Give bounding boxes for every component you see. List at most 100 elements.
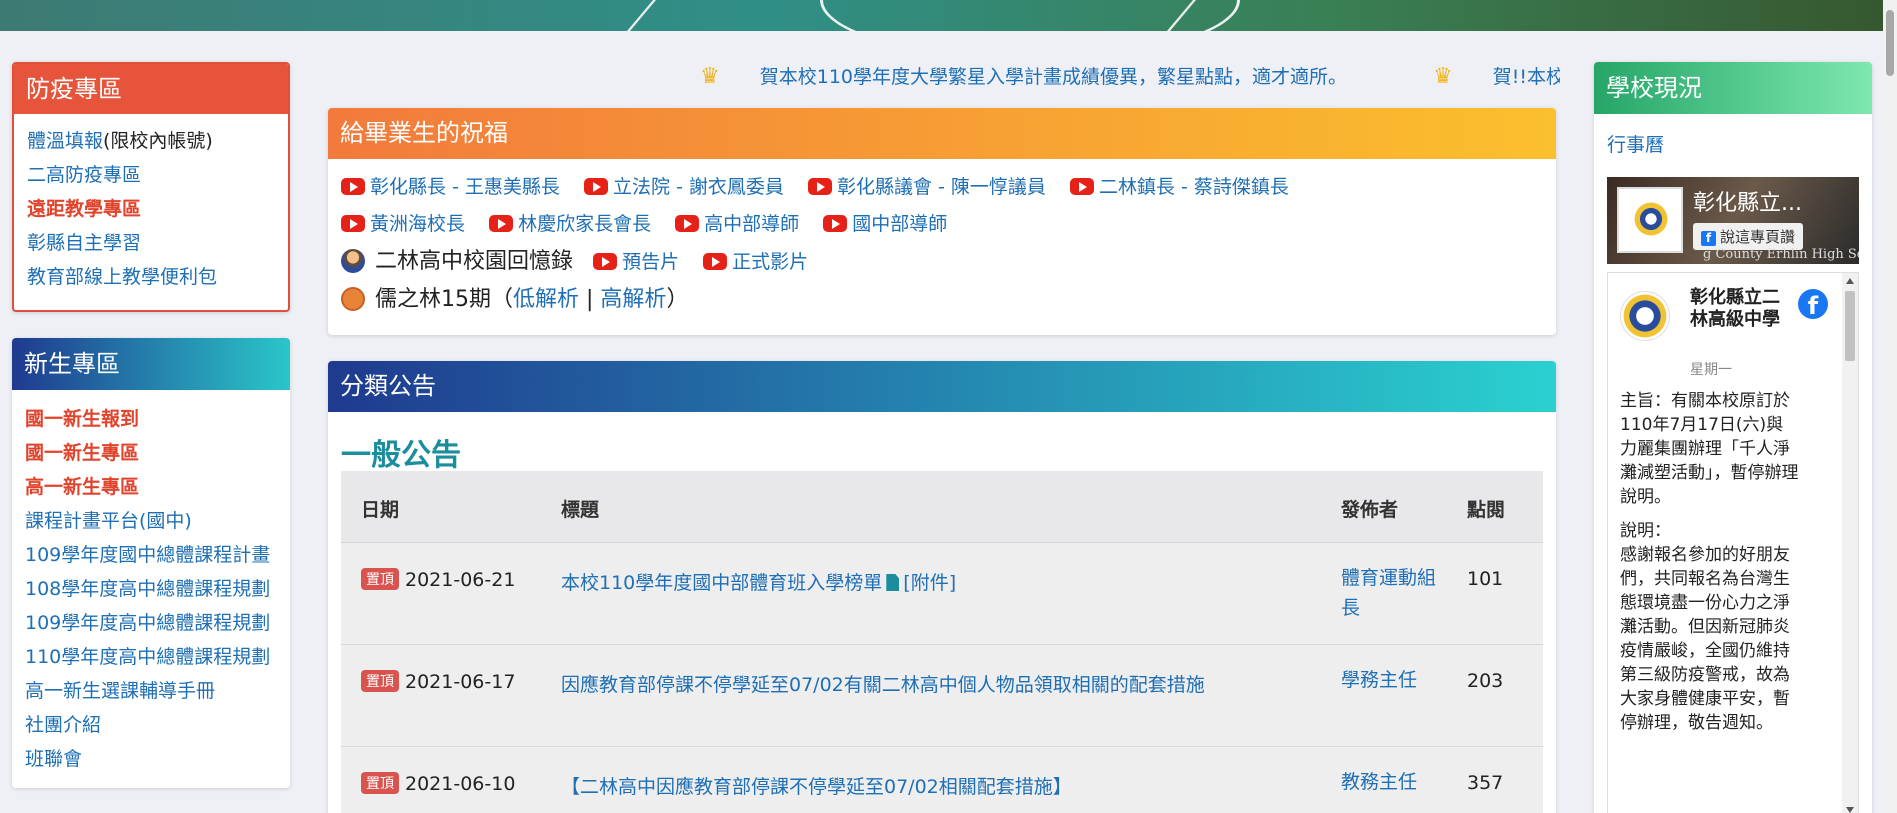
school-status-panel: 學校現況 行事曆 彰化縣立... f 說這專頁讚 g County Erhlin … <box>1594 62 1872 813</box>
school-status-title: 學校現況 <box>1594 62 1872 114</box>
epidemic-item-remote-teaching[interactable]: 遠距教學專區 <box>27 192 288 226</box>
scroll-up-icon[interactable] <box>1846 278 1854 284</box>
new-student-item[interactable]: 高一新生專區 <box>25 470 290 504</box>
col-title: 標題 <box>561 499 600 521</box>
cover-caption: g County Erhlin High School <box>1703 247 1859 262</box>
video-link[interactable]: 彰化縣議會 - 陳一惇議員 <box>807 176 1046 198</box>
crown-icon: ♛ <box>700 64 720 89</box>
student-avatar-icon <box>341 249 365 273</box>
news-marquee[interactable]: ♛ 賀本校110學年度大學繁星入學計畫成績優異，繁星點點，適才適所。 ♛ 賀!!本校… <box>700 62 1560 92</box>
school-logo <box>1617 187 1683 253</box>
journal-high-res-link[interactable]: 高解析 <box>600 287 666 312</box>
crown-icon: ♛ <box>1433 64 1453 89</box>
journal-row: 儒之林15期（低解析 | 高解析） <box>328 280 1556 320</box>
new-student-item[interactable]: 高一新生選課輔導手冊 <box>25 674 290 708</box>
youtube-icon <box>807 178 832 195</box>
video-link[interactable]: 二林鎮長 - 蔡詩傑鎮長 <box>1069 176 1289 198</box>
epidemic-panel-title: 防疫專區 <box>14 64 288 114</box>
blessing-panel-title: 給畢業生的祝福 <box>328 108 1556 159</box>
video-link[interactable]: 林慶欣家長會長 <box>489 213 651 235</box>
youtube-icon <box>675 215 700 232</box>
new-student-item[interactable]: 110學年度高中總體課程規劃 <box>25 640 290 674</box>
video-link[interactable]: 立法院 - 謝衣鳳委員 <box>583 176 784 198</box>
new-student-item[interactable]: 班聯會 <box>25 742 290 776</box>
new-student-item[interactable]: 國一新生專區 <box>25 436 290 470</box>
youtube-icon <box>341 178 365 195</box>
page-scroll-thumb[interactable] <box>1886 10 1894 76</box>
new-student-item[interactable]: 社團介紹 <box>25 708 290 742</box>
youtube-icon <box>703 253 728 270</box>
announcement-category-title: 一般公告 <box>341 438 461 473</box>
graduate-blessing-panel: 給畢業生的祝福 彰化縣長 - 王惠美縣長 立法院 - 謝衣鳳委員 彰化縣議會 -… <box>328 108 1556 335</box>
scroll-down-icon[interactable] <box>1846 807 1854 813</box>
youtube-icon <box>1069 178 1094 195</box>
file-icon <box>886 574 900 591</box>
view-count: 357 <box>1467 772 1504 794</box>
facebook-post: 彰化縣立二林高級中學 星期一 f 主旨：有關本校原訂於110年7月17日(六)與… <box>1607 272 1859 813</box>
publisher-link[interactable]: 體育運動組長 <box>1341 563 1441 623</box>
video-link[interactable]: 黃洲海校長 <box>341 213 465 235</box>
blessing-row-school: 黃洲海校長 林慶欣家長會長 高中部導師 國中部導師 <box>328 206 1556 243</box>
youtube-icon <box>341 215 365 232</box>
col-date: 日期 <box>361 499 400 521</box>
announcement-title-link[interactable]: 【二林高中因應教育部停課不停學延至07/02相關配套措施】 <box>561 776 1072 798</box>
view-count: 203 <box>1467 670 1504 692</box>
post-text: 主旨：有關本校原訂於110年7月17日(六)與力麗集團辦理「千人淨灘減塑活動」，… <box>1620 391 1799 733</box>
facebook-page-name[interactable]: 彰化縣立... <box>1693 185 1802 217</box>
youtube-icon <box>593 253 618 270</box>
publisher-link[interactable]: 學務主任 <box>1341 665 1441 695</box>
facebook-f-icon: f <box>1701 231 1716 246</box>
book-icon <box>341 287 365 311</box>
video-link[interactable]: 國中部導師 <box>823 213 947 235</box>
header-banner <box>0 0 1897 31</box>
facebook-icon[interactable]: f <box>1798 289 1828 320</box>
full-video-link[interactable]: 正式影片 <box>703 251 808 273</box>
epidemic-item-moe-package[interactable]: 教育部線上教學便利包 <box>27 260 288 294</box>
view-count: 101 <box>1467 568 1504 590</box>
journal-low-res-link[interactable]: 低解析 <box>513 287 579 312</box>
new-student-item[interactable]: 課程計畫平台(國中) <box>25 504 290 538</box>
epidemic-panel: 防疫專區 體溫填報(限校內帳號) 二高防疫專區 遠距教學專區 彰縣自主學習 教育… <box>12 62 290 312</box>
new-student-item[interactable]: 109學年度國中總體課程計畫 <box>25 538 290 572</box>
blessing-row-officials: 彰化縣長 - 王惠美縣長 立法院 - 謝衣鳳委員 彰化縣議會 - 陳一惇議員 二… <box>328 169 1556 206</box>
epidemic-item-erlin-zone[interactable]: 二高防疫專區 <box>27 158 288 192</box>
announcement-title-link[interactable]: 本校110學年度國中部體育班入學榜單 <box>561 572 882 594</box>
video-link[interactable]: 高中部導師 <box>675 213 799 235</box>
youtube-icon <box>823 215 848 232</box>
facebook-like-button[interactable]: f 說這專頁讚 <box>1693 223 1804 250</box>
post-page-name[interactable]: 彰化縣立二林高級中學 <box>1690 287 1780 331</box>
trailer-link[interactable]: 預告片 <box>593 251 679 273</box>
epidemic-item-self-learning[interactable]: 彰縣自主學習 <box>27 226 288 260</box>
attachment-link[interactable]: [附件] <box>903 572 956 594</box>
school-logo <box>1620 291 1670 341</box>
col-publisher: 發佈者 <box>1341 499 1399 521</box>
youtube-icon <box>583 178 608 195</box>
publisher-link[interactable]: 教務主任 <box>1341 767 1441 797</box>
facebook-page-cover[interactable]: 彰化縣立... f說這專頁讚 g County Erhlin High Scho… <box>1607 177 1859 264</box>
post-date[interactable]: 星期一 <box>1690 359 1732 379</box>
announcement-table: 日期 標題 發佈者 點閱 置頂 2021-06-21 本校110學年度國中部體育班… <box>341 471 1543 813</box>
pinned-badge: 置頂 <box>361 670 399 692</box>
post-scrollbar[interactable] <box>1842 273 1858 813</box>
calendar-link[interactable]: 行事曆 <box>1607 130 1664 157</box>
marquee-item[interactable]: ♛賀!!本校國中部 <box>1433 64 1560 89</box>
announcement-panel-title: 分類公告 <box>328 361 1556 412</box>
table-row: 置頂 2021-06-21 本校110學年度國中部體育班入學榜單 [附件] 體育運動… <box>341 542 1543 644</box>
new-student-panel-title: 新生專區 <box>12 338 290 390</box>
table-row: 置頂 2021-06-10 【二林高中因應教育部停課不停學延至07/02相關配套措… <box>341 746 1543 813</box>
new-student-item[interactable]: 國一新生報到 <box>25 402 290 436</box>
page-scrollbar[interactable] <box>1883 0 1897 813</box>
youtube-icon <box>489 215 514 232</box>
col-views: 點閱 <box>1467 499 1506 521</box>
pinned-badge: 置頂 <box>361 568 399 590</box>
announcement-title-link[interactable]: 因應教育部停課不停學延至07/02有關二林高中個人物品領取相關的配套措施 <box>561 674 1205 696</box>
marquee-item[interactable]: ♛ 賀本校110學年度大學繁星入學計畫成績優異，繁星點點，適才適所。 <box>700 64 1387 89</box>
table-header: 日期 標題 發佈者 點閱 <box>341 471 1543 542</box>
pinned-badge: 置頂 <box>361 772 399 794</box>
scroll-thumb[interactable] <box>1845 291 1855 361</box>
epidemic-item-temperature[interactable]: 體溫填報(限校內帳號) <box>27 124 288 158</box>
campus-memory-row: 二林高中校園回憶錄 預告片 正式影片 <box>328 243 1556 280</box>
new-student-item[interactable]: 109學年度高中總體課程規劃 <box>25 606 290 640</box>
new-student-item[interactable]: 108學年度高中總體課程規劃 <box>25 572 290 606</box>
video-link[interactable]: 彰化縣長 - 王惠美縣長 <box>341 176 560 198</box>
